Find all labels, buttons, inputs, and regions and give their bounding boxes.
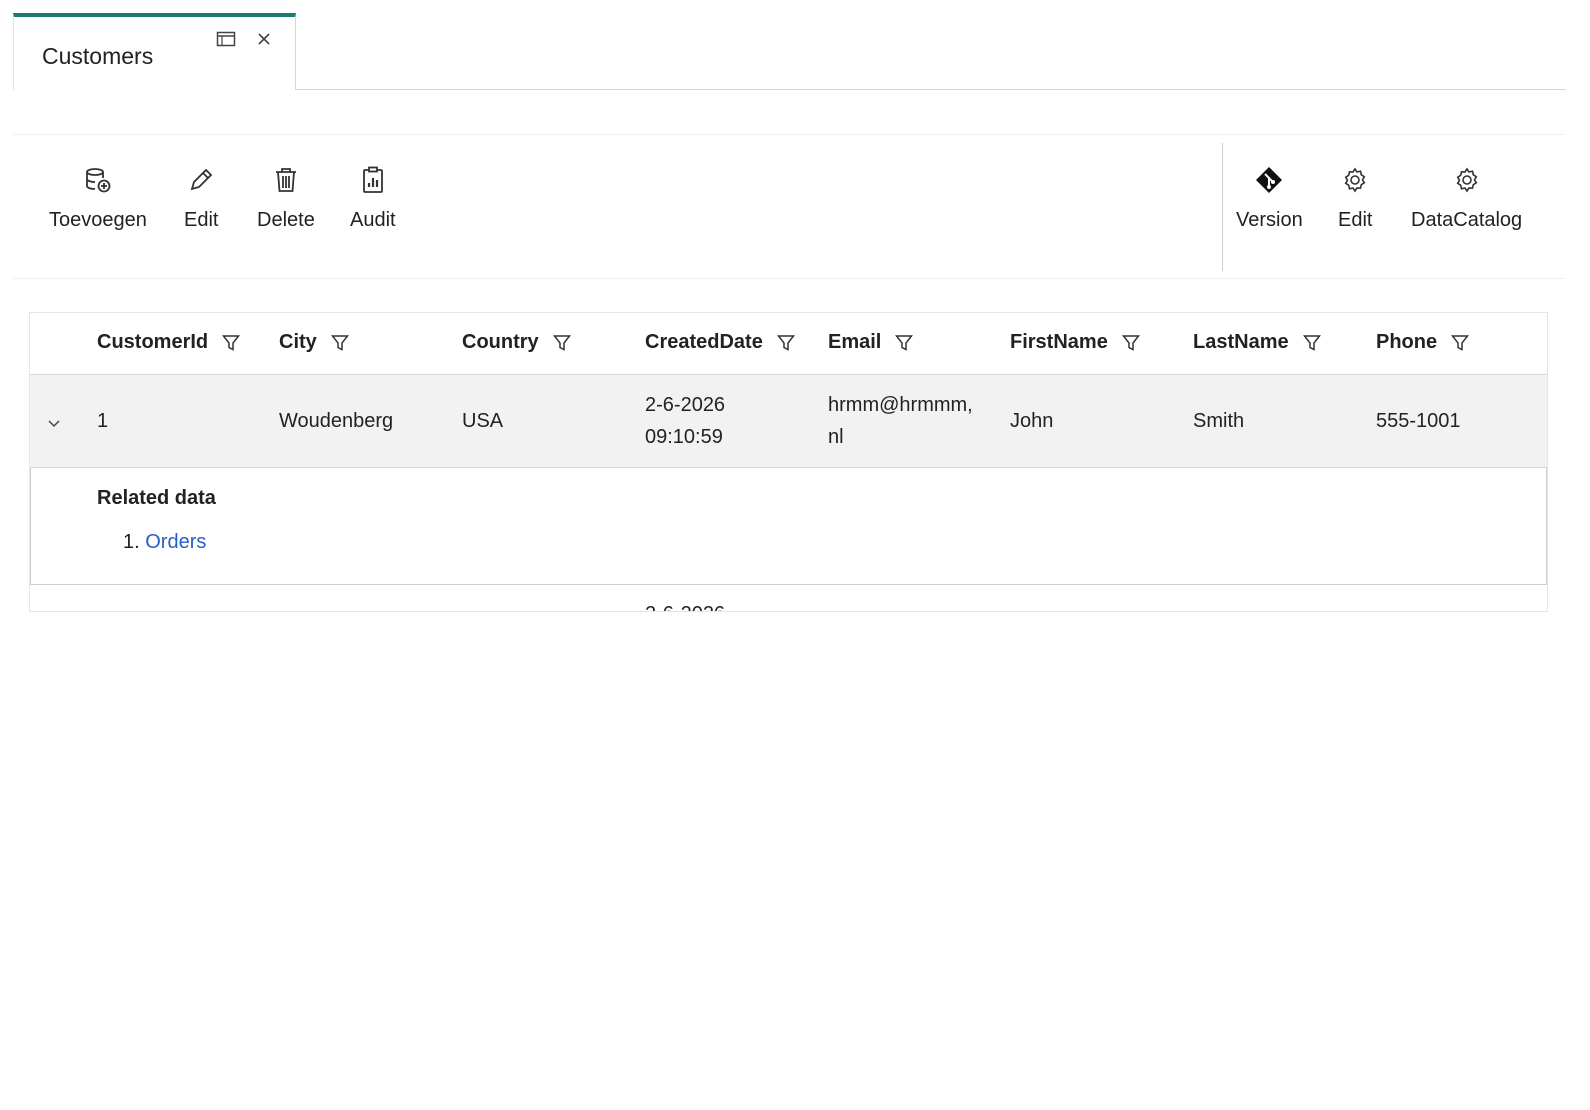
edit-button-label: Edit: [184, 209, 219, 231]
gear-icon: [1452, 165, 1482, 195]
pencil-icon: [186, 165, 216, 195]
column-header-label: Country: [462, 331, 539, 353]
edit-button[interactable]: Edit: [184, 165, 218, 245]
chevron-down-icon[interactable]: [44, 413, 64, 433]
column-header-createddate[interactable]: CreatedDate: [645, 331, 795, 354]
edit-settings-button-label: Edit: [1338, 209, 1373, 231]
close-icon[interactable]: [252, 27, 276, 51]
gear-icon: [1340, 165, 1370, 195]
related-data-list: 1. Orders: [123, 531, 206, 554]
add-button[interactable]: Toevoegen: [49, 165, 147, 245]
cell-city: Woudenberg: [279, 410, 394, 432]
cell-email: hrmm@hrmmm, nl: [828, 389, 973, 453]
customers-grid: CustomerId City Country CreatedDate Emai…: [29, 312, 1548, 612]
toolbar: Toevoegen Edit Delete Audit Version Edit…: [12, 134, 1565, 279]
column-header-customerid[interactable]: CustomerId: [97, 331, 241, 354]
cell-firstname: John: [1010, 410, 1054, 432]
related-data-title: Related data: [97, 487, 216, 509]
audit-button[interactable]: Audit: [350, 165, 396, 245]
cell-createddate-time: 09:10:59: [645, 426, 723, 448]
git-diamond-icon: [1254, 165, 1284, 195]
column-header-label: CreatedDate: [645, 331, 763, 353]
database-add-icon: [83, 165, 113, 195]
filter-icon[interactable]: [1121, 334, 1140, 352]
cell-createddate-date: 2-6-2026: [645, 394, 726, 416]
filter-icon[interactable]: [1451, 334, 1470, 352]
column-header-label: Phone: [1376, 331, 1438, 353]
filter-icon[interactable]: [330, 334, 349, 352]
row-detail-panel: Related data 1. Orders: [30, 468, 1547, 585]
filter-icon[interactable]: [776, 334, 795, 352]
tab-strip: Customers: [13, 13, 1566, 91]
column-header-label: LastName: [1193, 331, 1289, 353]
column-header-country[interactable]: Country: [462, 331, 571, 354]
clipboard-chart-icon: [358, 165, 388, 195]
cell-createddate: 2-6-2026 09:10:59: [645, 389, 725, 453]
toolbar-separator: [1222, 143, 1223, 271]
filter-icon[interactable]: [1302, 334, 1321, 352]
grid-header: CustomerId City Country CreatedDate Emai…: [30, 313, 1547, 375]
cell-email-line2: nl: [828, 426, 844, 448]
list-item-number: 1.: [123, 531, 140, 553]
version-button[interactable]: Version: [1236, 165, 1303, 245]
audit-button-label: Audit: [350, 209, 396, 231]
next-row-partial: 2-6-2026: [645, 603, 725, 611]
column-header-city[interactable]: City: [279, 331, 349, 354]
column-header-label: FirstName: [1010, 331, 1108, 353]
filter-icon[interactable]: [552, 334, 571, 352]
filter-icon[interactable]: [895, 334, 914, 352]
restore-window-icon[interactable]: [214, 27, 238, 51]
cell-lastname: Smith: [1193, 410, 1245, 432]
delete-button-label: Delete: [257, 209, 315, 231]
datacatalog-button-label: DataCatalog: [1411, 209, 1523, 231]
tab-customers[interactable]: Customers: [13, 13, 296, 90]
table-row[interactable]: 1 Woudenberg USA 2-6-2026 09:10:59 hrmm@…: [30, 374, 1547, 468]
delete-button[interactable]: Delete: [257, 165, 315, 245]
column-header-email[interactable]: Email: [828, 331, 914, 354]
column-header-label: CustomerId: [97, 331, 209, 353]
edit-settings-button[interactable]: Edit: [1338, 165, 1372, 245]
datacatalog-button[interactable]: DataCatalog: [1411, 165, 1522, 245]
orders-link[interactable]: Orders: [145, 531, 206, 553]
column-header-lastname[interactable]: LastName: [1193, 331, 1321, 354]
cell-email-line1: hrmm@hrmmm,: [828, 394, 973, 416]
add-button-label: Toevoegen: [49, 209, 147, 231]
column-header-label: Email: [828, 331, 882, 353]
column-header-firstname[interactable]: FirstName: [1010, 331, 1140, 354]
cell-country: USA: [462, 410, 504, 432]
cell-phone: 555-1001: [1376, 410, 1461, 432]
trash-icon: [271, 165, 301, 195]
column-header-phone[interactable]: Phone: [1376, 331, 1470, 354]
column-header-label: City: [279, 331, 317, 353]
cell-customerid: 1: [97, 410, 109, 432]
tab-strip-divider: [296, 89, 1566, 90]
filter-icon[interactable]: [222, 334, 241, 352]
version-button-label: Version: [1236, 209, 1303, 231]
tab-title: Customers: [42, 43, 154, 69]
